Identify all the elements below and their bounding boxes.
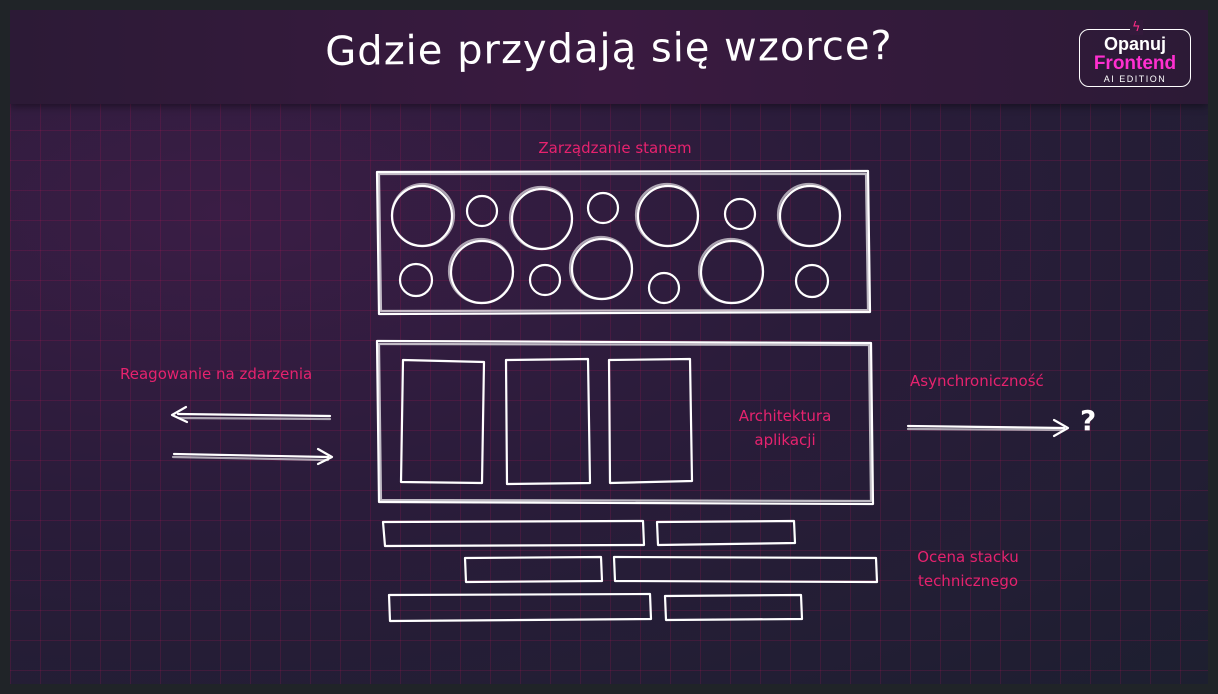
stack-bars <box>381 519 879 623</box>
patterns-diagram: Zarządzanie stanem Reagowanie na zdarzen… <box>120 139 1096 623</box>
stack-label-line-2: technicznego <box>918 572 1018 590</box>
question-mark: ? <box>1080 404 1096 437</box>
events-label: Reagowanie na zdarzenia <box>120 365 312 383</box>
architecture-label-line-2: aplikacji <box>754 431 815 449</box>
async-label: Asynchroniczność <box>910 372 1044 390</box>
async-arrow <box>906 418 1070 438</box>
slide: Gdzie przydają się wzorce? ϟ Opanuj Fron… <box>10 10 1208 684</box>
state-circles <box>390 182 842 305</box>
event-arrows <box>170 405 334 466</box>
stack-label-line-1: Ocena stacku <box>917 548 1019 566</box>
architecture-label-line-1: Architektura <box>739 407 832 425</box>
state-label: Zarządzanie stanem <box>538 139 691 157</box>
